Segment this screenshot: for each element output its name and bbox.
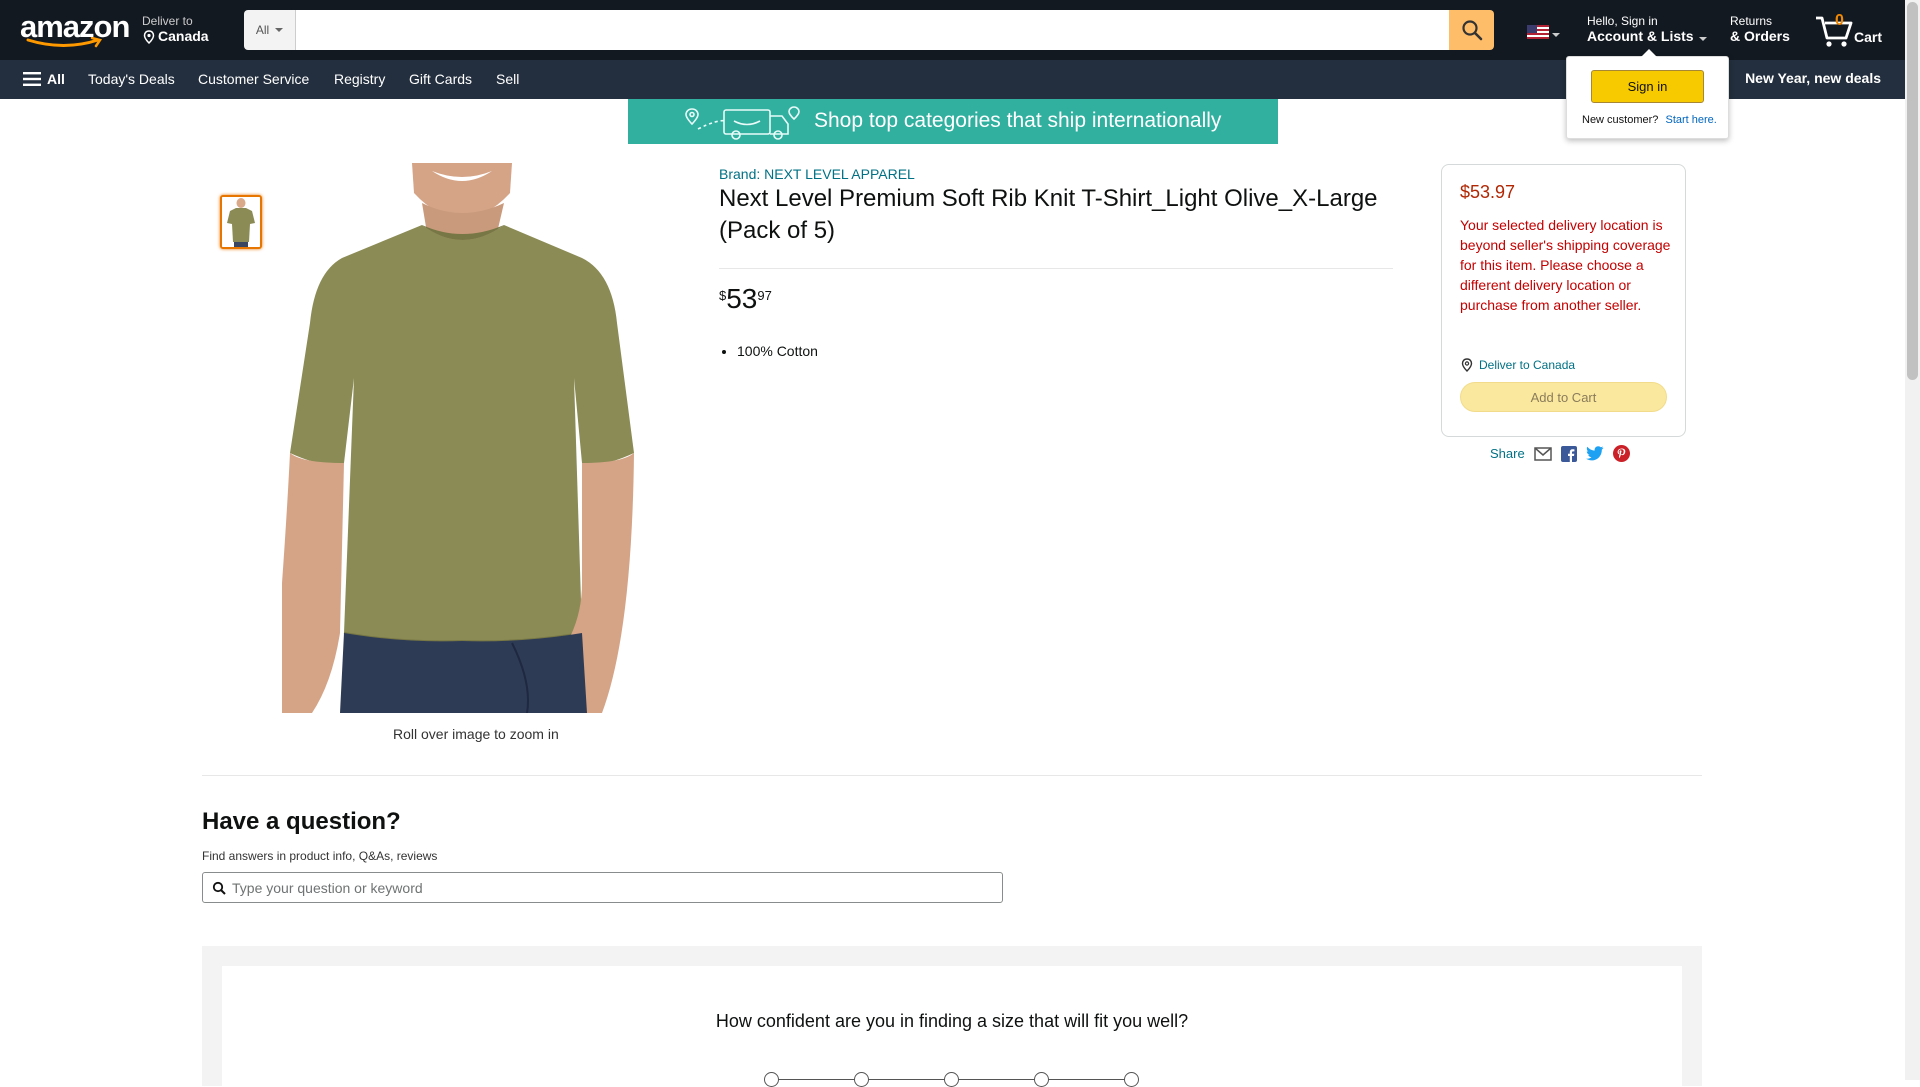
amazon-logo[interactable]: amazon xyxy=(20,11,130,50)
twitter-icon[interactable] xyxy=(1585,446,1604,461)
product-main-image[interactable] xyxy=(282,163,672,714)
nav-item-customer-service[interactable]: Customer Service xyxy=(198,71,309,87)
feature-bullet: 100% Cotton xyxy=(737,343,818,359)
buy-box: $53.97 Your selected delivery location i… xyxy=(1441,164,1686,437)
search-category-dropdown[interactable]: All xyxy=(244,10,296,50)
brand-link[interactable]: Brand: NEXT LEVEL APPAREL xyxy=(719,166,915,182)
delivery-error-message: Your selected delivery location is beyon… xyxy=(1460,217,1671,313)
returns-label: Returns xyxy=(1730,14,1773,28)
hamburger-menu-icon xyxy=(23,72,41,86)
product-title: Next Level Premium Soft Rib Knit T-Shirt… xyxy=(719,185,1378,244)
price-fraction: 97 xyxy=(757,288,772,303)
survey-question: How confident are you in finding a size … xyxy=(715,1011,1189,1031)
zoom-hint: Roll over image to zoom in xyxy=(393,726,559,742)
chevron-down-icon xyxy=(1698,36,1707,41)
cart-icon xyxy=(1816,16,1853,47)
price-whole: 53 xyxy=(726,283,758,314)
account-lists-label: Account & Lists xyxy=(1587,28,1694,44)
qa-subtitle: Find answers in product info, Q&As, revi… xyxy=(202,849,438,863)
share-row: Share xyxy=(1490,445,1630,462)
logo-smile-icon xyxy=(26,37,103,48)
qa-search-box xyxy=(202,872,1003,903)
deliver-to-label: Deliver to Canada xyxy=(1479,358,1576,372)
nav-item-gift-cards[interactable]: Gift Cards xyxy=(409,71,472,87)
signin-popover: Sign in New customer? Start here. xyxy=(1566,49,1729,139)
deliver-to-link[interactable]: Deliver to Canada xyxy=(1460,358,1575,372)
start-here-link[interactable]: Start here. xyxy=(1665,114,1716,126)
search-button[interactable] xyxy=(1449,10,1494,50)
page-scrollbar[interactable] xyxy=(1905,0,1920,1080)
chevron-down-icon xyxy=(1552,33,1560,37)
nav-item-registry[interactable]: Registry xyxy=(334,71,385,87)
language-selector[interactable] xyxy=(1527,25,1560,39)
deliver-label: Deliver to xyxy=(142,14,193,28)
top-nav-bar: amazon Deliver to Canada All Hello, Sign… xyxy=(0,0,1905,60)
new-customer-text: New customer? Start here. xyxy=(1582,114,1717,126)
us-flag-icon xyxy=(1527,25,1549,39)
orders-label: & Orders xyxy=(1730,28,1790,44)
cart-label: Cart xyxy=(1854,29,1883,45)
scrollbar-thumb[interactable] xyxy=(1907,2,1918,380)
size-survey-panel: How confident are you in finding a size … xyxy=(202,946,1702,1087)
signin-button[interactable]: Sign in xyxy=(1591,70,1704,103)
delivery-truck-icon xyxy=(685,106,800,140)
deliver-to-location[interactable]: Deliver to Canada xyxy=(142,14,209,44)
facebook-icon[interactable] xyxy=(1560,445,1577,462)
cart-link[interactable]: 0 Cart xyxy=(1814,10,1894,50)
email-icon[interactable] xyxy=(1533,446,1552,461)
nav-item-todays-deals[interactable]: Today's Deals xyxy=(88,71,175,87)
tshirt-thumbnail-image xyxy=(222,197,260,247)
product-thumbnail[interactable] xyxy=(220,195,262,249)
qa-title: Have a question? xyxy=(202,808,401,835)
nav-item-sell[interactable]: Sell xyxy=(496,71,519,87)
search-icon xyxy=(1461,20,1482,41)
feature-bullets: 100% Cotton xyxy=(737,343,818,359)
search-icon xyxy=(212,881,226,895)
location-pin-icon xyxy=(143,29,155,44)
tshirt-model-image xyxy=(282,163,672,714)
international-shipping-banner[interactable]: Shop top categories that ship internatio… xyxy=(628,99,1278,144)
product-price: $ 53 97 xyxy=(719,284,772,314)
qa-search-input[interactable] xyxy=(226,873,1002,902)
nav-promo-link[interactable]: New Year, new deals xyxy=(1745,70,1881,86)
all-menu-button[interactable]: All xyxy=(23,71,65,87)
confidence-scale xyxy=(761,1065,1139,1087)
account-lists-menu[interactable]: Hello, Sign in Account & Lists xyxy=(1587,14,1707,44)
price-symbol: $ xyxy=(719,288,727,303)
location-pin-icon xyxy=(1461,358,1473,372)
section-divider xyxy=(202,775,1702,776)
popover-arrow xyxy=(1641,49,1657,57)
pinterest-icon[interactable] xyxy=(1612,445,1630,462)
add-to-cart-button[interactable]: Add to Cart xyxy=(1460,382,1667,412)
returns-orders-link[interactable]: Returns & Orders xyxy=(1730,14,1790,44)
search-input[interactable] xyxy=(296,10,1449,50)
deliver-country: Canada xyxy=(158,28,209,44)
search-category-label: All xyxy=(255,23,270,37)
size-survey-card: How confident are you in finding a size … xyxy=(222,966,1682,1087)
title-divider xyxy=(719,268,1393,269)
account-greeting: Hello, Sign in xyxy=(1587,14,1658,28)
all-menu-label: All xyxy=(47,71,65,87)
chevron-down-icon xyxy=(275,28,284,32)
banner-text: Shop top categories that ship internatio… xyxy=(814,109,1222,132)
search-bar: All xyxy=(244,10,1494,50)
buybox-price: $53.97 xyxy=(1460,182,1516,202)
share-label: Share xyxy=(1490,446,1525,461)
cart-count: 0 xyxy=(1835,12,1844,29)
new-customer-label: New customer? xyxy=(1582,114,1659,126)
